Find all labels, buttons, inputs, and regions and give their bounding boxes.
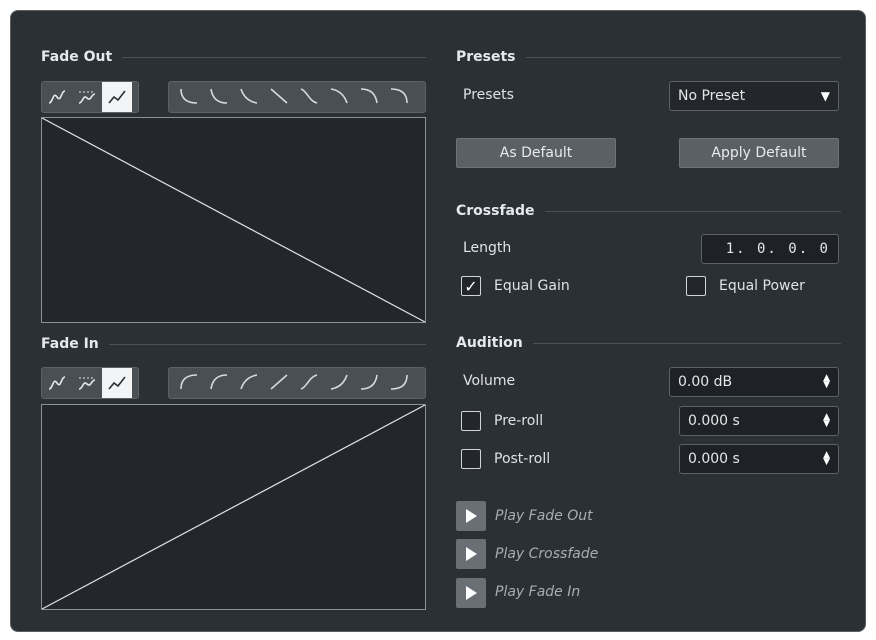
curve-preset-icon[interactable]: [203, 82, 233, 112]
fade-in-section-title: Fade In: [41, 336, 426, 352]
curve-preset-icon[interactable]: [353, 82, 383, 112]
fade-in-mode-toolbar: [41, 367, 139, 399]
equal-power-label: Equal Power: [719, 278, 805, 294]
fade-out-mode-toolbar: [41, 81, 139, 113]
crossfade-editor-window: Fade Out Fade In Presets Presets No Pres…: [10, 10, 866, 632]
postroll-checkbox[interactable]: [461, 449, 481, 469]
spline-interpolation-icon[interactable]: [42, 368, 72, 398]
curve-preset-icon[interactable]: [173, 82, 203, 112]
curve-preset-icon[interactable]: [203, 368, 233, 398]
play-icon: [466, 586, 477, 600]
curve-preset-icon[interactable]: [323, 368, 353, 398]
curve-preset-icon[interactable]: [233, 82, 263, 112]
apply-default-button[interactable]: Apply Default: [679, 138, 839, 168]
linear-interpolation-icon[interactable]: [102, 82, 132, 112]
chevron-down-icon: ▼: [820, 89, 830, 103]
presets-section-title: Presets: [456, 49, 841, 65]
spin-arrows-icon[interactable]: ▲ ▼: [823, 413, 830, 429]
curve-preset-icon[interactable]: [293, 368, 323, 398]
volume-label: Volume: [463, 373, 516, 389]
play-fade-out-button[interactable]: [456, 501, 486, 531]
fade-in-curve-graph[interactable]: [41, 404, 426, 610]
curve-preset-icon[interactable]: [293, 82, 323, 112]
curve-preset-icon[interactable]: [263, 82, 293, 112]
play-icon: [466, 509, 477, 523]
preroll-field[interactable]: 0.000 s ▲ ▼: [679, 406, 839, 436]
curve-preset-icon[interactable]: [353, 368, 383, 398]
volume-field[interactable]: 0.00 dB ▲ ▼: [669, 367, 839, 397]
linear-interpolation-icon[interactable]: [102, 368, 132, 398]
audition-section-title: Audition: [456, 335, 841, 351]
play-fade-out-label: Play Fade Out: [495, 508, 593, 524]
crossfade-section-title: Crossfade: [456, 203, 841, 219]
curve-preset-icon[interactable]: [383, 368, 413, 398]
equal-gain-checkbox[interactable]: ✓: [461, 276, 481, 296]
damped-spline-icon[interactable]: [72, 82, 102, 112]
equal-power-checkbox[interactable]: [686, 276, 706, 296]
fade-out-curve-presets: [168, 81, 426, 113]
damped-spline-icon[interactable]: [72, 368, 102, 398]
spin-arrows-icon[interactable]: ▲ ▼: [823, 451, 830, 467]
curve-preset-icon[interactable]: [383, 82, 413, 112]
fade-in-curve-presets: [168, 367, 426, 399]
equal-gain-label: Equal Gain: [494, 278, 570, 294]
curve-preset-icon[interactable]: [233, 368, 263, 398]
curve-preset-icon[interactable]: [173, 368, 203, 398]
fade-out-section-title: Fade Out: [41, 49, 426, 65]
fade-out-curve: [41, 117, 426, 323]
postroll-field[interactable]: 0.000 s ▲ ▼: [679, 444, 839, 474]
fade-in-curve: [41, 404, 426, 610]
presets-dropdown[interactable]: No Preset ▼: [669, 81, 839, 111]
length-field[interactable]: 1. 0. 0. 0: [701, 234, 839, 264]
presets-label: Presets: [463, 87, 514, 103]
play-icon: [466, 547, 477, 561]
play-crossfade-label: Play Crossfade: [495, 546, 599, 562]
preroll-checkbox[interactable]: [461, 411, 481, 431]
spline-interpolation-icon[interactable]: [42, 82, 72, 112]
checkmark-icon: ✓: [464, 276, 478, 296]
fade-out-curve-graph[interactable]: [41, 117, 426, 323]
play-crossfade-button[interactable]: [456, 539, 486, 569]
curve-preset-icon[interactable]: [323, 82, 353, 112]
curve-preset-icon[interactable]: [263, 368, 293, 398]
postroll-label: Post-roll: [494, 451, 551, 467]
as-default-button[interactable]: As Default: [456, 138, 616, 168]
spin-arrows-icon[interactable]: ▲ ▼: [823, 374, 830, 390]
play-fade-in-label: Play Fade In: [495, 584, 581, 600]
play-fade-in-button[interactable]: [456, 578, 486, 608]
preroll-label: Pre-roll: [494, 413, 544, 429]
length-label: Length: [463, 240, 512, 256]
